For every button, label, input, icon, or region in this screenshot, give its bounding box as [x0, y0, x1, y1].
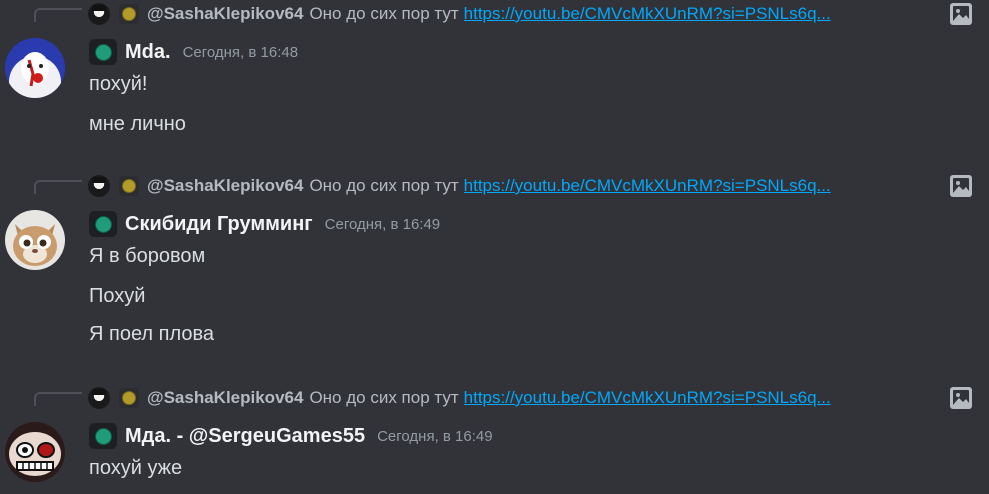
- reply-avatar[interactable]: [88, 387, 110, 409]
- avatar[interactable]: [5, 210, 65, 270]
- reply-spine: [34, 8, 82, 22]
- message-text: Похуй: [89, 285, 146, 307]
- reply-spine: [34, 392, 82, 406]
- image-icon: [950, 175, 972, 197]
- reply-preview[interactable]: @SashaKlepikov64 Оно до сих пор тут http…: [88, 0, 988, 28]
- reply-link[interactable]: https://youtu.be/CMVcMkXUnRM?si=PSNLs6q.…: [464, 4, 900, 24]
- reply-author[interactable]: @SashaKlepikov64: [147, 176, 303, 196]
- reply-text: Оно до сих пор тут: [309, 176, 459, 195]
- image-icon: [950, 387, 972, 409]
- message-header: Мда. - @SergeuGames55 Сегодня, в 16:49: [89, 421, 493, 451]
- message-header: Mda. Сегодня, в 16:48: [89, 37, 298, 67]
- message-text: похуй!: [89, 73, 148, 95]
- reply-author[interactable]: @SashaKlepikov64: [147, 4, 303, 24]
- timestamp: Сегодня, в 16:49: [324, 215, 441, 233]
- reply-avatar[interactable]: [88, 175, 110, 197]
- timestamp: Сегодня, в 16:48: [182, 43, 299, 61]
- message-header: Скибиди Грумминг Сегодня, в 16:49: [89, 209, 440, 239]
- message-text: мне лично: [89, 113, 186, 135]
- avatar[interactable]: [5, 422, 65, 482]
- role-badge-icon: [89, 423, 117, 449]
- reply-avatar[interactable]: [88, 3, 110, 25]
- reply-preview[interactable]: @SashaKlepikov64 Оно до сих пор тут http…: [88, 384, 988, 412]
- role-badge-icon: [89, 211, 117, 237]
- reply-text: Оно до сих пор тут: [309, 388, 459, 407]
- username[interactable]: Mda.: [125, 41, 171, 64]
- timestamp: Сегодня, в 16:49: [377, 427, 493, 445]
- reply-author[interactable]: @SashaKlepikov64: [147, 388, 303, 408]
- role-badge-icon: [89, 39, 117, 65]
- image-icon: [950, 3, 972, 25]
- reply-role-badge-icon: [119, 176, 139, 196]
- message-text: похуй уже: [89, 457, 183, 479]
- reply-link[interactable]: https://youtu.be/CMVcMkXUnRM?si=PSNLs6q.…: [464, 176, 900, 196]
- username[interactable]: Скибиди Грумминг: [125, 213, 313, 236]
- reply-spine: [34, 180, 82, 194]
- reply-text: Оно до сих пор тут: [309, 4, 459, 23]
- reply-link[interactable]: https://youtu.be/CMVcMkXUnRM?si=PSNLs6q.…: [464, 388, 900, 408]
- message-text: Я в боровом: [89, 245, 206, 267]
- avatar[interactable]: [5, 38, 65, 98]
- reply-role-badge-icon: [119, 4, 139, 24]
- reply-preview[interactable]: @SashaKlepikov64 Оно до сих пор тут http…: [88, 172, 988, 200]
- chat-messages: @SashaKlepikov64 Оно до сих пор тут http…: [0, 0, 989, 494]
- username[interactable]: Мда. - @SergeuGames55: [125, 425, 365, 448]
- message-text: Я поел плова: [89, 323, 215, 345]
- reply-role-badge-icon: [119, 388, 139, 408]
